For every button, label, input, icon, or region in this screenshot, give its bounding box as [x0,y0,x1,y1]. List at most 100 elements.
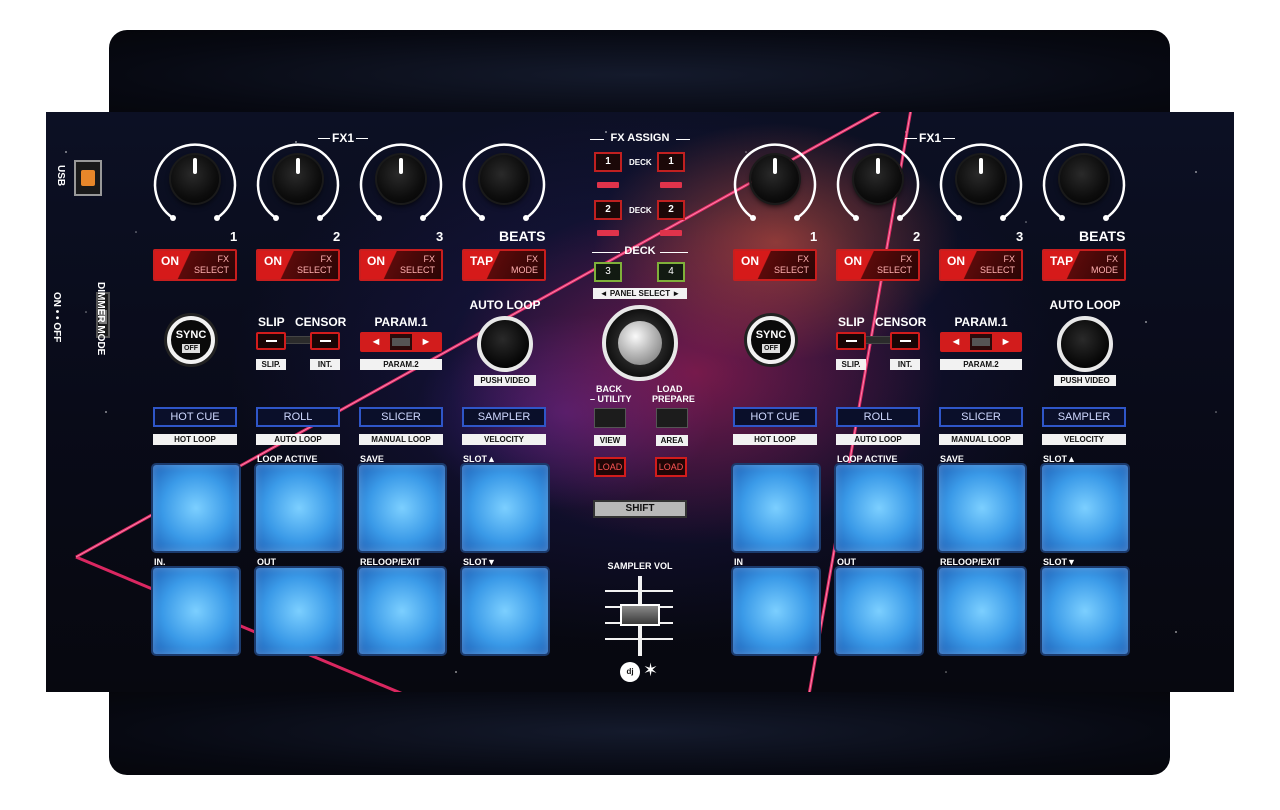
pad-label-slot-down-right: SLOT▼ [1043,557,1076,567]
knob-label-1-right: 1 [810,229,818,244]
knob-label-1-left: 1 [230,229,238,244]
censor-button-right[interactable] [890,332,920,350]
tap-button-left[interactable]: TAP FX MODE [462,249,546,281]
prepare-label: PREPARE [652,394,695,404]
fx-knob-1-right[interactable] [751,155,799,203]
sync-button-left[interactable]: SYNC OFF [167,316,215,364]
pad-6-left[interactable] [256,568,342,654]
fx-on-button-1-right[interactable]: ON FX SELECT [733,249,817,281]
hot-cue-button-right[interactable]: HOT CUE [733,407,817,427]
velocity-tag-left: VELOCITY [462,434,546,445]
deck-header-label: DECK [624,245,656,257]
param-right-arrow-icon[interactable]: ► [992,334,1020,350]
brand-logo: dj [620,662,640,682]
utility-label: – UTILITY [590,394,632,404]
pad-3-right[interactable] [939,465,1025,551]
pad-5-right[interactable] [733,568,819,654]
pad-2-left[interactable] [256,465,342,551]
hot-cue-button-left[interactable]: HOT CUE [153,407,237,427]
velocity-tag-right: VELOCITY [1042,434,1126,445]
pad-label-out-left: OUT [257,557,276,567]
pad-2-right[interactable] [836,465,922,551]
roll-button-right[interactable]: ROLL [836,407,920,427]
param-left-arrow-icon[interactable]: ◄ [362,334,390,350]
slip-label-left: SLIP [258,315,285,329]
pad-8-left[interactable] [462,568,548,654]
deck-3-button[interactable]: 3 [594,262,622,282]
area-tag: AREA [656,435,688,446]
sync-button-right[interactable]: SYNC OFF [747,316,795,364]
pad-8-right[interactable] [1042,568,1128,654]
pad-6-right[interactable] [836,568,922,654]
fx-assign-2-left[interactable]: 2 [594,200,622,220]
pad-4-right[interactable] [1042,465,1128,551]
load-button-left[interactable]: LOAD [594,457,626,477]
beats-knob-left[interactable] [480,155,528,203]
push-video-tag-right: PUSH VIDEO [1054,375,1116,386]
sampler-button-left[interactable]: SAMPLER [462,407,546,427]
sampler-vol-fader[interactable] [620,604,660,626]
fx-knob-1-left[interactable] [171,155,219,203]
pad-4-left[interactable] [462,465,548,551]
fx-assign-1-left[interactable]: 1 [594,152,622,172]
deck-4-button[interactable]: 4 [657,262,685,282]
fx-assign-led-2-left [597,230,619,236]
pad-label-slot-up-right: SLOT▲ [1043,454,1076,464]
fx-assign-1-right[interactable]: 1 [657,152,685,172]
pad-7-right[interactable] [939,568,1025,654]
pad-5-left[interactable] [153,568,239,654]
fx-on-button-2-left[interactable]: ON FX SELECT [256,249,340,281]
auto-loop-knob-left[interactable] [477,316,533,372]
slip-tag-left: SLIP. [256,359,286,370]
slicer-button-left[interactable]: SLICER [359,407,443,427]
pad-label-reloop-left: RELOOP/EXIT [360,557,421,567]
slicer-button-right[interactable]: SLICER [939,407,1023,427]
fx-on-button-3-left[interactable]: ON FX SELECT [359,249,443,281]
param-right-arrow-icon[interactable]: ► [412,334,440,350]
fx-assign-2-right[interactable]: 2 [657,200,685,220]
load-prepare-button[interactable] [656,408,688,428]
fx-on-button-1-left[interactable]: ON FX SELECT [153,249,237,281]
fx-assign-led-1-right [660,182,682,188]
param-button-left[interactable]: ◄ ► [360,332,442,352]
pad-3-left[interactable] [359,465,445,551]
censor-button-left[interactable] [310,332,340,350]
pad-7-left[interactable] [359,568,445,654]
tap-button-right[interactable]: TAP FX MODE [1042,249,1126,281]
roll-button-left[interactable]: ROLL [256,407,340,427]
beats-label-right: BEATS [1079,228,1126,244]
fx-on-button-2-right[interactable]: ON FX SELECT [836,249,920,281]
sampler-button-right[interactable]: SAMPLER [1042,407,1126,427]
beats-knob-right[interactable] [1060,155,1108,203]
slip-button-right[interactable] [836,332,866,350]
hot-loop-tag-right: HOT LOOP [733,434,817,445]
slip-label-right: SLIP [838,315,865,329]
panel-select-tag: ◄ PANEL SELECT ► [593,288,687,299]
auto-loop-tag-right: AUTO LOOP [836,434,920,445]
censor-label-right: CENSOR [875,315,927,329]
slip-button-left[interactable] [256,332,286,350]
knob-label-3-left: 3 [436,229,444,244]
param-left-arrow-icon[interactable]: ◄ [942,334,970,350]
fx-knob-3-right[interactable] [957,155,1005,203]
knob-label-2-left: 2 [333,229,341,244]
knob-label-3-right: 3 [1016,229,1024,244]
deck-small-label-2: DECK [629,206,652,215]
shift-button[interactable]: SHIFT [593,500,687,518]
fx-knob-3-left[interactable] [377,155,425,203]
browse-knob[interactable] [602,305,678,381]
back-button[interactable] [594,408,626,428]
view-tag: VIEW [594,435,626,446]
back-label: BACK [596,384,622,394]
pad-label-save-left: SAVE [360,454,384,464]
deck-small-label-1: DECK [629,158,652,167]
auto-loop-knob-right[interactable] [1057,316,1113,372]
fx-knob-2-right[interactable] [854,155,902,203]
pad-1-left[interactable] [153,465,239,551]
fx-knob-2-left[interactable] [274,155,322,203]
fx-on-button-3-right[interactable]: ON FX SELECT [939,249,1023,281]
pad-1-right[interactable] [733,465,819,551]
load-button-right[interactable]: LOAD [655,457,687,477]
param-button-right[interactable]: ◄ ► [940,332,1022,352]
slip-tag-right: SLIP. [836,359,866,370]
